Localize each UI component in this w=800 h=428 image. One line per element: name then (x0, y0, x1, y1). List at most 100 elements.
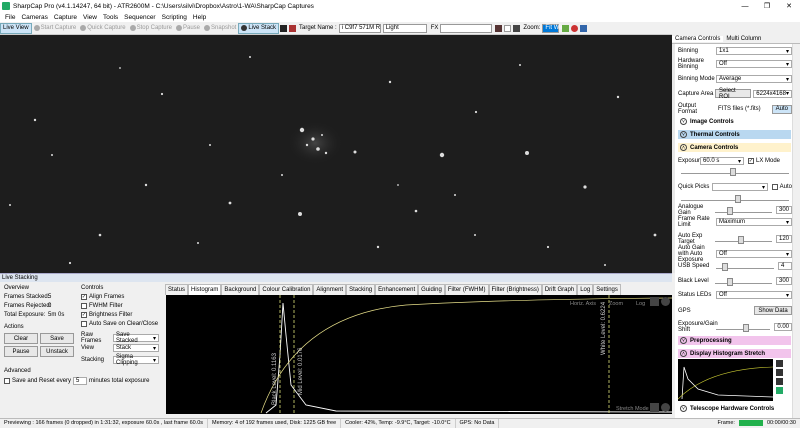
tab-background[interactable]: Background (221, 284, 260, 295)
stacking-select[interactable]: Sigma Clipping (113, 354, 159, 366)
live-stack-button[interactable]: Live Stack (238, 22, 280, 34)
status-leds-select[interactable]: Off (716, 291, 792, 299)
auto-exp-target-value[interactable]: 120 (775, 235, 792, 243)
tab-settings[interactable]: Settings (593, 284, 621, 295)
tab-multi-column[interactable]: Multi Column (723, 36, 764, 42)
menu-tools[interactable]: Tools (100, 14, 121, 21)
tab-drift-graph[interactable]: Drift Graph (541, 284, 578, 295)
black-level-value[interactable]: 300 (775, 277, 792, 285)
menu-cameras[interactable]: Cameras (18, 14, 50, 21)
live-view-button[interactable]: Live View (0, 22, 32, 34)
fwhm-filter-checkbox[interactable] (81, 303, 87, 309)
display-icon[interactable] (280, 24, 288, 32)
exposure-slider[interactable] (681, 168, 789, 176)
tab-status[interactable]: Status (165, 284, 189, 295)
auto-exp-target-slider[interactable] (715, 236, 772, 244)
tab-guiding[interactable]: Guiding (418, 284, 445, 295)
reset-icon[interactable] (776, 369, 783, 376)
binning-select[interactable]: 1x1 (716, 47, 792, 55)
start-capture-button[interactable]: Start Capture (32, 23, 79, 34)
tab-log[interactable]: Log (577, 284, 594, 295)
quick-picks-slider[interactable] (681, 195, 789, 203)
reset-icon[interactable] (661, 297, 670, 306)
lx-mode-checkbox[interactable]: ✓ (748, 158, 754, 164)
tab-stacking[interactable]: Stacking (346, 284, 376, 295)
exposure-select[interactable]: 60.0 s (700, 157, 744, 165)
minimize-icon[interactable]: — (734, 0, 756, 12)
zoom-combo[interactable]: Fit Win (542, 23, 564, 33)
lightning-icon[interactable] (776, 360, 783, 367)
tab-alignment[interactable]: Alignment (313, 284, 347, 295)
display-histogram-section[interactable]: ˄ Display Histogram Stretch (678, 349, 791, 358)
usb-speed-slider[interactable] (716, 263, 774, 271)
image-controls-section[interactable]: ˅ Image Controls (678, 117, 791, 126)
maximize-icon[interactable]: ❐ (756, 0, 778, 12)
show-data-button[interactable]: Show Data (754, 306, 792, 315)
quick-capture-button[interactable]: Quick Capture (78, 23, 127, 34)
save-reset-checkbox[interactable] (4, 378, 10, 384)
menu-view[interactable]: View (80, 14, 100, 21)
pause-stack-button[interactable]: Pause (4, 346, 38, 357)
select-roi-button[interactable]: Select ROI (715, 88, 752, 100)
usb-speed-value[interactable]: 4 (778, 262, 792, 270)
color-swatch-icon[interactable] (495, 24, 503, 32)
stretch-lightning-icon[interactable] (650, 403, 659, 412)
menu-help[interactable]: Help (190, 14, 209, 21)
stack-histogram[interactable]: Black Level: 0.1163 Mid Level: 0.0176 Wh… (166, 295, 672, 414)
reticle-icon[interactable] (289, 24, 297, 32)
output-format-value[interactable]: FITS files (*.fits) (716, 105, 772, 113)
raw-frames-select[interactable]: Save Stacked (113, 332, 159, 344)
right-panel-scrollbar[interactable] (792, 44, 800, 418)
align-frames-checkbox[interactable]: ✓ (81, 294, 87, 300)
lightning-icon[interactable] (650, 297, 659, 306)
mini-histogram[interactable] (677, 359, 774, 401)
stop-capture-button[interactable]: Stop Capture (128, 23, 174, 34)
frame-rate-select[interactable]: Maximum (716, 218, 792, 226)
clear-button[interactable]: Clear (4, 333, 38, 344)
record-icon[interactable] (571, 24, 579, 32)
exposure-gain-shift-slider[interactable] (716, 324, 771, 332)
quick-picks-select[interactable] (712, 183, 769, 191)
pause-button[interactable]: Pause (174, 23, 202, 34)
save-button[interactable]: Save (40, 333, 74, 344)
tab-histogram[interactable]: Histogram (188, 284, 222, 295)
analogue-gain-slider[interactable] (715, 207, 772, 215)
snapshot-button[interactable]: Snapshot (202, 23, 238, 34)
refresh-icon[interactable] (776, 378, 783, 385)
tab-enhancement[interactable]: Enhancement (375, 284, 419, 295)
thermal-controls-section[interactable]: ˅ Thermal Controls (678, 130, 791, 139)
preprocessing-section[interactable]: ˅ Preprocessing (678, 336, 791, 345)
telescope-section[interactable]: ˅ Telescope Hardware Controls (678, 404, 791, 413)
exposure-gain-shift-value[interactable]: 0.00 (774, 323, 792, 331)
capture-area-select[interactable]: 6224x4168 (753, 89, 792, 98)
histogram-icon[interactable] (562, 24, 570, 32)
auto-exposure-checkbox[interactable] (772, 184, 778, 190)
analogue-gain-value[interactable]: 300 (775, 206, 792, 214)
tab-filter-fwhm[interactable]: Filter (FWHM) (444, 284, 489, 295)
dark-swatch-icon[interactable] (513, 24, 521, 32)
tab-filter-brightness[interactable]: Filter (Brightness) (488, 284, 542, 295)
close-icon[interactable]: ✕ (778, 0, 800, 12)
fx-combo[interactable] (440, 23, 493, 33)
menu-scripting[interactable]: Scripting (159, 14, 190, 21)
auto-output-button[interactable]: Auto (771, 104, 792, 114)
white-swatch-icon[interactable] (504, 24, 512, 32)
target-name-combo[interactable]: i C9f7 571M R (338, 23, 381, 33)
tab-camera-controls[interactable]: Camera Controls (672, 36, 724, 42)
tab-colour-calibration[interactable]: Colour Calibration (259, 284, 314, 295)
black-level-slider[interactable] (715, 278, 772, 286)
auto-gain-select[interactable]: Off (716, 250, 792, 258)
camera-controls-section[interactable]: ˄ Camera Controls (678, 143, 791, 152)
menu-file[interactable]: File (2, 14, 18, 21)
settings-icon[interactable] (580, 24, 588, 32)
unstack-button[interactable]: Unstack (40, 346, 74, 357)
hw-binning-select[interactable]: Off (716, 60, 792, 68)
save-reset-minutes-input[interactable]: 5 (73, 377, 88, 385)
brightness-filter-checkbox[interactable]: ✓ (81, 312, 87, 318)
frame-type-combo[interactable]: Light (382, 23, 427, 33)
menu-sequencer[interactable]: Sequencer (121, 14, 158, 21)
menu-capture[interactable]: Capture (51, 14, 80, 21)
stretch-reset-icon[interactable] (661, 403, 670, 412)
binning-mode-select[interactable]: Average (716, 75, 792, 83)
auto-save-checkbox[interactable] (81, 321, 87, 327)
